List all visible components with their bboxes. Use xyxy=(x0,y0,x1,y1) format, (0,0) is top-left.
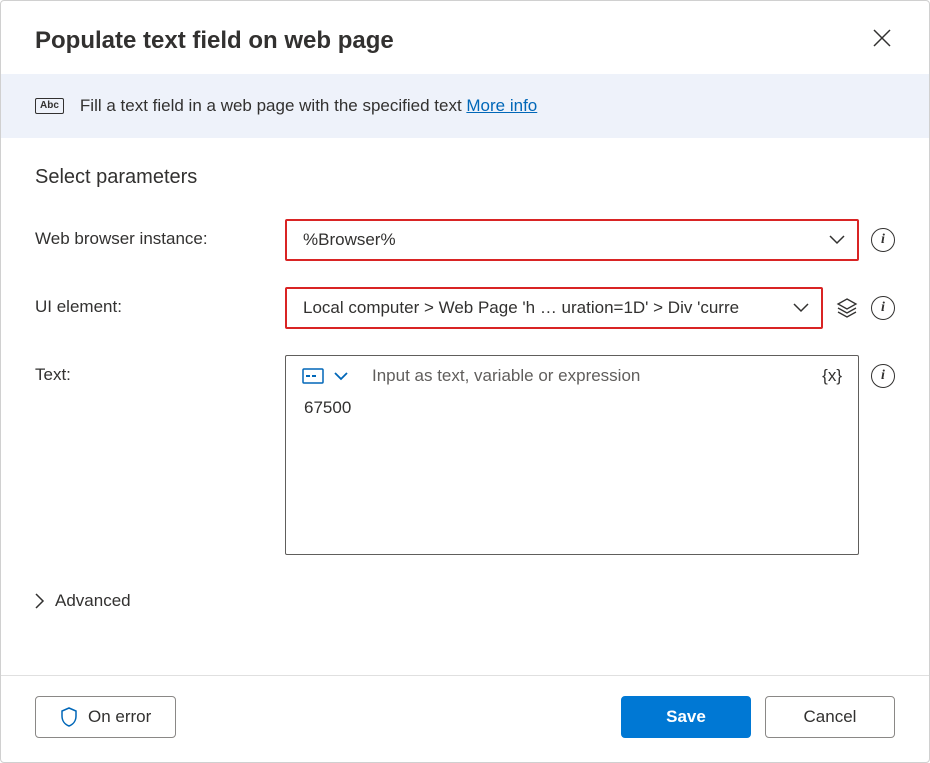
param-row-browser: Web browser instance: %Browser% i xyxy=(35,219,895,261)
text-placeholder: Input as text, variable or expression xyxy=(372,366,808,386)
text-info-button[interactable]: i xyxy=(871,364,895,388)
dialog-footer: On error Save Cancel xyxy=(1,675,929,762)
browser-label: Web browser instance: xyxy=(35,219,285,249)
shield-icon xyxy=(60,707,78,727)
chevron-right-icon xyxy=(35,593,45,609)
ui-element-value: Local computer > Web Page 'h … uration=1… xyxy=(303,298,739,318)
param-row-text: Text: Input as text, variable or express… xyxy=(35,355,895,555)
cancel-button[interactable]: Cancel xyxy=(765,696,895,738)
text-toolbar: Input as text, variable or expression {x… xyxy=(286,356,858,390)
content-area: Select parameters Web browser instance: … xyxy=(1,138,929,675)
info-icon: i xyxy=(871,296,895,320)
close-button[interactable] xyxy=(869,25,895,56)
on-error-label: On error xyxy=(88,707,151,727)
ui-element-picker-button[interactable] xyxy=(835,296,859,320)
info-icon: i xyxy=(871,364,895,388)
text-value: 67500 xyxy=(286,390,858,430)
info-icon: i xyxy=(871,228,895,252)
advanced-label: Advanced xyxy=(55,591,131,611)
chevron-down-icon xyxy=(793,303,809,313)
browser-info-button[interactable]: i xyxy=(871,228,895,252)
banner-text-content: Fill a text field in a web page with the… xyxy=(80,96,466,115)
ui-element-dropdown[interactable]: Local computer > Web Page 'h … uration=1… xyxy=(285,287,823,329)
section-title: Select parameters xyxy=(35,166,895,189)
param-row-ui-element: UI element: Local computer > Web Page 'h… xyxy=(35,287,895,329)
chevron-down-icon xyxy=(829,235,845,245)
variable-picker-button[interactable]: {x} xyxy=(818,366,846,386)
layers-icon xyxy=(836,297,858,319)
save-button[interactable]: Save xyxy=(621,696,751,738)
on-error-button[interactable]: On error xyxy=(35,696,176,738)
save-label: Save xyxy=(666,707,706,727)
info-banner: Abc Fill a text field in a web page with… xyxy=(1,74,929,138)
close-icon xyxy=(873,29,891,47)
ui-element-label: UI element: xyxy=(35,287,285,317)
banner-text: Fill a text field in a web page with the… xyxy=(80,96,537,116)
more-info-link[interactable]: More info xyxy=(466,96,537,115)
dialog-header: Populate text field on web page xyxy=(1,1,929,74)
advanced-toggle[interactable]: Advanced xyxy=(35,591,895,611)
cancel-label: Cancel xyxy=(804,707,857,727)
abc-icon: Abc xyxy=(35,98,64,114)
text-label: Text: xyxy=(35,355,285,385)
browser-dropdown[interactable]: %Browser% xyxy=(285,219,859,261)
ui-element-info-button[interactable]: i xyxy=(871,296,895,320)
browser-value: %Browser% xyxy=(303,230,396,250)
dialog-title: Populate text field on web page xyxy=(35,27,394,55)
text-input-box[interactable]: Input as text, variable or expression {x… xyxy=(285,355,859,555)
textbox-icon xyxy=(302,368,324,384)
chevron-down-icon[interactable] xyxy=(334,372,348,381)
